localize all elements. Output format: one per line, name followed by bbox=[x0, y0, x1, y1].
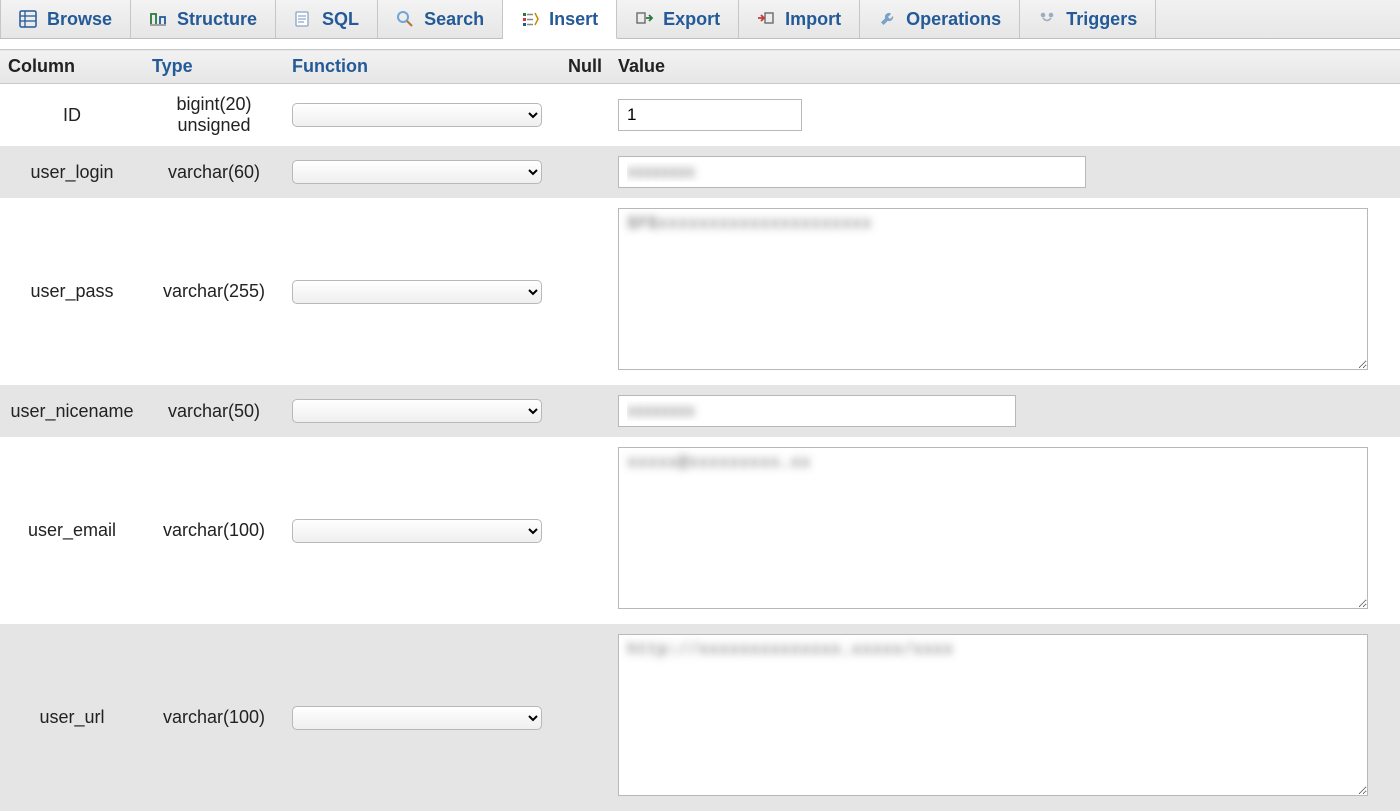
header-type[interactable]: Type bbox=[144, 50, 284, 84]
function-select[interactable] bbox=[292, 280, 542, 304]
tab-triggers[interactable]: Triggers bbox=[1020, 0, 1156, 38]
cell-column: user_url bbox=[0, 624, 144, 811]
row-user-email: user_email varchar(100) xxxxx@xxxxxxxxx.… bbox=[0, 437, 1400, 624]
cell-column: user_pass bbox=[0, 198, 144, 385]
value-textarea-user-url[interactable]: http://xxxxxxxxxxxxxx.xxxxx/xxxx bbox=[618, 634, 1368, 796]
row-user-url: user_url varchar(100) http://xxxxxxxxxxx… bbox=[0, 624, 1400, 811]
cell-column: user_email bbox=[0, 437, 144, 624]
tab-sql[interactable]: SQL bbox=[276, 0, 378, 38]
tab-label: Insert bbox=[549, 9, 598, 30]
value-textarea-user-pass[interactable]: $P$xxxxxxxxxxxxxxxxxxxxx bbox=[618, 208, 1368, 370]
cell-type: varchar(50) bbox=[144, 385, 284, 437]
triggers-icon bbox=[1038, 10, 1056, 28]
tab-structure[interactable]: Structure bbox=[131, 0, 276, 38]
cell-type: bigint(20) unsigned bbox=[144, 84, 284, 147]
value-input-id[interactable] bbox=[618, 99, 802, 131]
cell-column: user_login bbox=[0, 146, 144, 198]
cell-type: varchar(255) bbox=[144, 198, 284, 385]
insert-form-table: Column Type Function Null Value ID bigin… bbox=[0, 49, 1400, 811]
cell-type: varchar(60) bbox=[144, 146, 284, 198]
form-body: ID bigint(20) unsigned user_login varcha… bbox=[0, 84, 1400, 811]
header-function[interactable]: Function bbox=[284, 50, 560, 84]
export-icon bbox=[635, 10, 653, 28]
tab-operations[interactable]: Operations bbox=[860, 0, 1020, 38]
tab-label: Export bbox=[663, 9, 720, 30]
tab-label: Operations bbox=[906, 9, 1001, 30]
import-icon bbox=[757, 10, 775, 28]
value-input-user-nicename[interactable] bbox=[618, 395, 1016, 427]
function-select[interactable] bbox=[292, 519, 542, 543]
row-user-nicename: user_nicename varchar(50) bbox=[0, 385, 1400, 437]
function-select[interactable] bbox=[292, 706, 542, 730]
tab-label: Browse bbox=[47, 9, 112, 30]
row-user-pass: user_pass varchar(255) $P$xxxxxxxxxxxxxx… bbox=[0, 198, 1400, 385]
row-user-login: user_login varchar(60) bbox=[0, 146, 1400, 198]
value-textarea-user-email[interactable]: xxxxx@xxxxxxxxx.xx bbox=[618, 447, 1368, 609]
header-row: Column Type Function Null Value bbox=[0, 50, 1400, 84]
tab-label: Structure bbox=[177, 9, 257, 30]
tab-search[interactable]: Search bbox=[378, 0, 503, 38]
cell-column: ID bbox=[0, 84, 144, 147]
header-column: Column bbox=[0, 50, 144, 84]
tab-import[interactable]: Import bbox=[739, 0, 860, 38]
tab-browse[interactable]: Browse bbox=[0, 0, 131, 38]
header-value: Value bbox=[610, 50, 1400, 84]
insert-icon bbox=[521, 10, 539, 28]
function-select[interactable] bbox=[292, 160, 542, 184]
tab-label: Import bbox=[785, 9, 841, 30]
cell-column: user_nicename bbox=[0, 385, 144, 437]
function-select[interactable] bbox=[292, 399, 542, 423]
function-select[interactable] bbox=[292, 103, 542, 127]
browse-icon bbox=[19, 10, 37, 28]
search-icon bbox=[396, 10, 414, 28]
wrench-icon bbox=[878, 10, 896, 28]
structure-icon bbox=[149, 10, 167, 28]
tab-export[interactable]: Export bbox=[617, 0, 739, 38]
tabbar: Browse Structure SQL Search bbox=[0, 0, 1400, 39]
tab-label: Triggers bbox=[1066, 9, 1137, 30]
cell-type: varchar(100) bbox=[144, 437, 284, 624]
row-id: ID bigint(20) unsigned bbox=[0, 84, 1400, 147]
sql-icon bbox=[294, 10, 312, 28]
tab-label: SQL bbox=[322, 9, 359, 30]
value-input-user-login[interactable] bbox=[618, 156, 1086, 188]
header-null: Null bbox=[560, 50, 610, 84]
tab-insert[interactable]: Insert bbox=[503, 0, 617, 39]
cell-type: varchar(100) bbox=[144, 624, 284, 811]
tab-label: Search bbox=[424, 9, 484, 30]
